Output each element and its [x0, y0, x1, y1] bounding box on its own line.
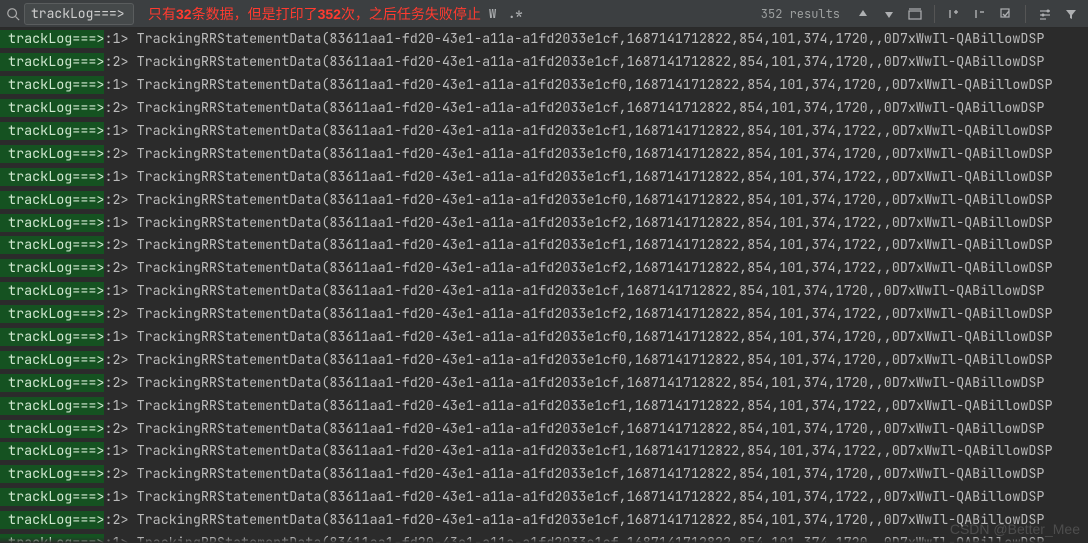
- log-line: trackLog===>:1> TrackingRRStatementData(…: [0, 211, 1088, 234]
- log-text: :2> TrackingRRStatementData(83611aa1-fd2…: [104, 305, 1052, 323]
- search-highlight: trackLog===>: [0, 236, 104, 254]
- log-text: :1> TrackingRRStatementData(83611aa1-fd2…: [104, 328, 1052, 346]
- log-line: trackLog===>:1> TrackingRRStatementData(…: [0, 394, 1088, 417]
- results-count: 352 results: [761, 6, 840, 22]
- search-highlight: trackLog===>: [0, 420, 104, 438]
- log-line: trackLog===>:2> TrackingRRStatementData(…: [0, 417, 1088, 440]
- search-highlight: trackLog===>: [0, 465, 104, 483]
- log-line: trackLog===>:1> TrackingRRStatementData(…: [0, 120, 1088, 143]
- search-highlight: trackLog===>: [0, 168, 104, 186]
- log-line: trackLog===>:1> TrackingRRStatementData(…: [0, 74, 1088, 97]
- search-input[interactable]: [24, 3, 134, 25]
- log-line: trackLog===>:1> TrackingRRStatementData(…: [0, 165, 1088, 188]
- toolbar-separator: [1025, 5, 1026, 23]
- log-text: :1> TrackingRRStatementData(83611aa1-fd2…: [104, 122, 1052, 140]
- log-line: trackLog===>:1> TrackingRRStatementData(…: [0, 486, 1088, 509]
- log-text: :1> TrackingRRStatementData(83611aa1-fd2…: [104, 30, 1044, 48]
- log-text: :2> TrackingRRStatementData(83611aa1-fd2…: [104, 511, 1044, 529]
- search-highlight: trackLog===>: [0, 214, 104, 232]
- log-text: :2> TrackingRRStatementData(83611aa1-fd2…: [104, 99, 1044, 117]
- filter-button[interactable]: [1060, 3, 1082, 25]
- search-highlight: trackLog===>: [0, 351, 104, 369]
- search-highlight: trackLog===>: [0, 191, 104, 209]
- match-words-toggle[interactable]: W: [485, 3, 500, 25]
- log-text: :1> TrackingRRStatementData(83611aa1-fd2…: [104, 442, 1052, 460]
- log-line: trackLog===>:1> TrackingRRStatementData(…: [0, 28, 1088, 51]
- log-text: :2> TrackingRRStatementData(83611aa1-fd2…: [104, 53, 1044, 71]
- log-text: :2> TrackingRRStatementData(83611aa1-fd2…: [104, 259, 1052, 277]
- search-highlight: trackLog===>: [0, 145, 104, 163]
- search-highlight: trackLog===>: [0, 53, 104, 71]
- next-match-button[interactable]: [878, 3, 900, 25]
- log-line: trackLog===>:2> TrackingRRStatementData(…: [0, 257, 1088, 280]
- log-line: trackLog===>:2> TrackingRRStatementData(…: [0, 348, 1088, 371]
- search-highlight: trackLog===>: [0, 511, 104, 529]
- log-text: :1> TrackingRRStatementData(83611aa1-fd2…: [104, 76, 1052, 94]
- log-line: trackLog===>:2> TrackingRRStatementData(…: [0, 303, 1088, 326]
- search-highlight: trackLog===>: [0, 76, 104, 94]
- log-line: trackLog===>:2> TrackingRRStatementData(…: [0, 509, 1088, 532]
- log-line: trackLog===>:1> TrackingRRStatementData(…: [0, 280, 1088, 303]
- log-line: trackLog===>:2> TrackingRRStatementData(…: [0, 371, 1088, 394]
- log-text: :1> TrackingRRStatementData(83611aa1-fd2…: [104, 397, 1052, 415]
- user-annotation: 只有32条数据，但是打印了352次，之后任务失败停止: [148, 4, 481, 24]
- toolbar-separator: [934, 5, 935, 23]
- search-highlight: trackLog===>: [0, 488, 104, 506]
- search-highlight: trackLog===>: [0, 30, 104, 48]
- log-text: :1> TrackingRRStatementData(83611aa1-fd2…: [104, 214, 1052, 232]
- log-text: :2> TrackingRRStatementData(83611aa1-fd2…: [104, 191, 1052, 209]
- log-text: :1> TrackingRRStatementData(83611aa1-fd2…: [104, 488, 1044, 506]
- select-all-occurrences-button[interactable]: [904, 3, 926, 25]
- log-text: :2> TrackingRRStatementData(83611aa1-fd2…: [104, 465, 1044, 483]
- log-text: :2> TrackingRRStatementData(83611aa1-fd2…: [104, 351, 1052, 369]
- select-all-button[interactable]: [995, 3, 1017, 25]
- search-icon: [6, 7, 20, 21]
- regex-toggle[interactable]: .*: [504, 3, 526, 25]
- log-line: trackLog===>:2> TrackingRRStatementData(…: [0, 234, 1088, 257]
- log-line: trackLog===>:2> TrackingRRStatementData(…: [0, 97, 1088, 120]
- search-highlight: trackLog===>: [0, 374, 104, 392]
- log-text: :2> TrackingRRStatementData(83611aa1-fd2…: [104, 420, 1044, 438]
- log-line: trackLog===>:1> TrackingRRStatementData(…: [0, 326, 1088, 349]
- search-highlight: trackLog===>: [0, 442, 104, 460]
- log-text: :1> TrackingRRStatementData(83611aa1-fd2…: [104, 168, 1052, 186]
- log-console[interactable]: trackLog===>:1> TrackingRRStatementData(…: [0, 28, 1088, 543]
- log-line: trackLog===>:2> TrackingRRStatementData(…: [0, 142, 1088, 165]
- remove-selection-button[interactable]: [969, 3, 991, 25]
- log-text: :2> TrackingRRStatementData(83611aa1-fd2…: [104, 374, 1044, 392]
- prev-match-button[interactable]: [852, 3, 874, 25]
- log-text: :1> TrackingRRStatementData(83611aa1-fd2…: [104, 282, 1044, 300]
- log-line: trackLog===>:2> TrackingRRStatementData(…: [0, 188, 1088, 211]
- log-line: trackLog===>:2> TrackingRRStatementData(…: [0, 463, 1088, 486]
- search-highlight: trackLog===>: [0, 397, 104, 415]
- search-highlight: trackLog===>: [0, 259, 104, 277]
- search-highlight: trackLog===>: [0, 328, 104, 346]
- search-highlight: trackLog===>: [0, 282, 104, 300]
- settings-button[interactable]: [1034, 3, 1056, 25]
- log-line: trackLog===>:1> TrackingRRStatementData(…: [0, 440, 1088, 463]
- find-toolbar: 只有32条数据，但是打印了352次，之后任务失败停止 W .* 352 resu…: [0, 0, 1088, 28]
- log-text: :2> TrackingRRStatementData(83611aa1-fd2…: [104, 145, 1052, 163]
- log-line: trackLog===>:2> TrackingRRStatementData(…: [0, 51, 1088, 74]
- search-highlight: trackLog===>: [0, 99, 104, 117]
- search-highlight: trackLog===>: [0, 122, 104, 140]
- log-text: :2> TrackingRRStatementData(83611aa1-fd2…: [104, 236, 1052, 254]
- add-selection-button[interactable]: [943, 3, 965, 25]
- search-highlight: trackLog===>: [0, 305, 104, 323]
